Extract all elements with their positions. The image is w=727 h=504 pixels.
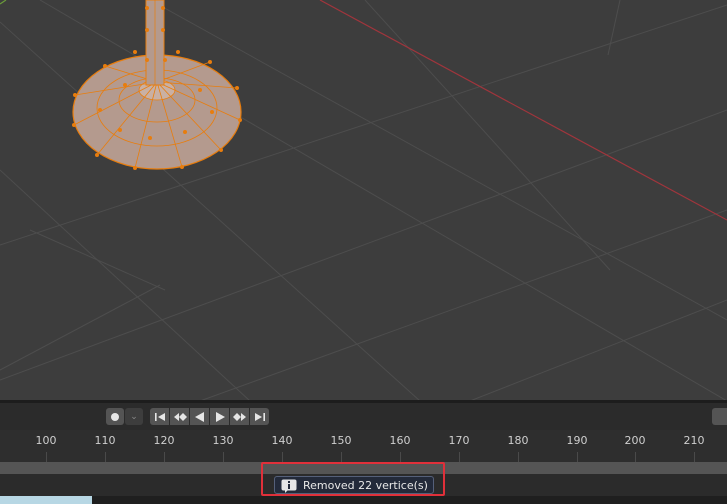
tick-line <box>694 452 695 462</box>
frame-tick-label: 140 <box>271 434 293 447</box>
tick-line <box>46 452 47 462</box>
tick-line <box>518 452 519 462</box>
viewport-grid <box>0 0 727 401</box>
tick-line <box>341 452 342 462</box>
play-reverse-icon[interactable] <box>190 408 209 425</box>
timeline-ruler[interactable]: 100 110 120 130 140 150 160 170 180 190 … <box>0 430 727 462</box>
tick-line <box>635 452 636 462</box>
frame-tick-label: 110 <box>94 434 116 447</box>
auto-keying-button[interactable] <box>106 408 124 425</box>
x-axis-line <box>319 0 727 221</box>
y-axis-line <box>0 0 7 5</box>
frame-tick-label: 190 <box>566 434 588 447</box>
report-text: Removed 22 vertice(s) <box>303 478 428 492</box>
frame-tick-label: 160 <box>389 434 411 447</box>
frame-tick-label: 180 <box>507 434 529 447</box>
jump-to-end-icon[interactable] <box>250 408 269 425</box>
frame-tick-label: 120 <box>153 434 175 447</box>
tick-line <box>105 452 106 462</box>
play-icon[interactable] <box>210 408 229 425</box>
tick-line <box>577 452 578 462</box>
transport-controls <box>150 408 269 425</box>
tick-line <box>459 452 460 462</box>
tick-line <box>282 452 283 462</box>
vase-mesh[interactable] <box>72 0 242 170</box>
chevron-down-icon: ⌄ <box>130 411 138 422</box>
frame-tick-label: 170 <box>448 434 470 447</box>
status-bar-accent <box>0 496 92 504</box>
report-message[interactable]: Removed 22 vertice(s) <box>274 476 434 494</box>
record-dot-icon <box>111 412 119 421</box>
frame-tick-label: 150 <box>330 434 352 447</box>
frame-tick-label: 130 <box>212 434 234 447</box>
status-bar <box>0 496 727 504</box>
jump-to-start-icon[interactable] <box>150 408 169 425</box>
playback-header: ⌄ <box>0 403 727 430</box>
tick-line <box>223 452 224 462</box>
jump-to-keyframe-prev-icon[interactable] <box>170 408 189 425</box>
tick-line <box>400 452 401 462</box>
frame-tick-label: 100 <box>35 434 57 447</box>
tick-line <box>164 452 165 462</box>
info-icon <box>281 478 297 493</box>
3d-viewport[interactable] <box>0 0 727 401</box>
frame-tick-label: 200 <box>624 434 646 447</box>
keying-dropdown-button[interactable]: ⌄ <box>125 408 143 425</box>
jump-to-keyframe-next-icon[interactable] <box>230 408 249 425</box>
right-header-button[interactable] <box>712 408 727 425</box>
frame-tick-label: 210 <box>683 434 705 447</box>
